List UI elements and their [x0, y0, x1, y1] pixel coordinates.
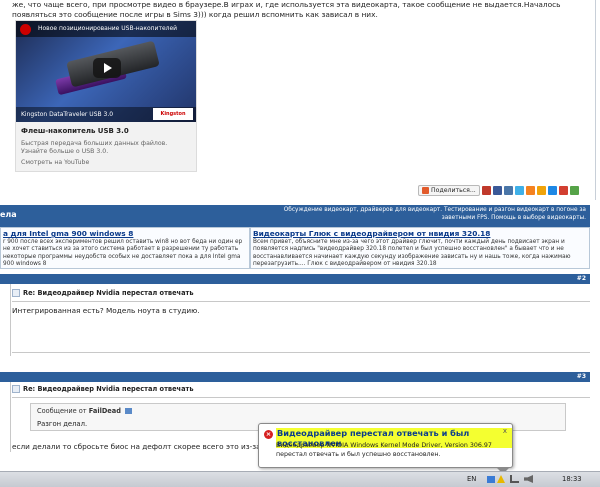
- ad-video-top-bar: Новое позиционирование USB-накопителей: [16, 21, 196, 37]
- forum-section-description: Обсуждение видеокарт, драйверов для виде…: [283, 207, 586, 221]
- clock[interactable]: 18:33: [562, 475, 582, 483]
- share-icon: [422, 186, 429, 194]
- share-button-label: Поделиться...: [431, 186, 476, 194]
- watch-on-youtube-link[interactable]: Смотреть на YouTube: [21, 159, 89, 166]
- quote-author[interactable]: FailDead: [89, 407, 121, 415]
- ad-video-thumbnail[interactable]: Новое позиционирование USB-накопителей K…: [16, 21, 196, 122]
- brand-logo: Kingston: [153, 108, 193, 120]
- post-1-text-line-2: появляться это сообщение после игры в Si…: [12, 9, 378, 19]
- post-icon: [12, 289, 20, 297]
- post-3-title: Re: Видеодрайвер Nvidia перестал отвечат…: [12, 385, 194, 393]
- post-3-title-text: Re: Видеодрайвер Nvidia перестал отвечат…: [23, 385, 194, 393]
- google-plus-icon[interactable]: [558, 185, 568, 195]
- ad-video-top-text: Новое позиционирование USB-накопителей: [38, 25, 178, 32]
- related-thread-left-link[interactable]: а для Intel gma 900 windows 8: [3, 229, 133, 238]
- related-threads-header: ела Обсуждение видеокарт, драйверов для …: [0, 205, 590, 227]
- post-3-separator: [12, 397, 590, 398]
- related-thread-right-snippet: Всем привет, объясните мне из-за чего эт…: [253, 239, 571, 268]
- post-2-title-text: Re: Видеодрайвер Nvidia перестал отвечат…: [23, 289, 194, 297]
- post-2-title: Re: Видеодрайвер Nvidia перестал отвечат…: [12, 289, 194, 297]
- post-3-number[interactable]: #3: [577, 373, 586, 380]
- quote-text: Разгон делал.: [37, 420, 88, 428]
- share-bar: Поделиться...: [418, 184, 579, 196]
- post-2-body: Интегрированная есть? Модель ноута в сту…: [12, 306, 200, 315]
- ad-description: Быстрая передача больших данных файлов. …: [21, 140, 168, 155]
- post-2-header-bar: #2: [0, 274, 590, 284]
- post-2-separator: [12, 301, 590, 302]
- related-thread-right: Видеокарты Глюк с видеодрайвером от нвид…: [250, 227, 590, 269]
- bookmark-icon[interactable]: [481, 185, 491, 195]
- share-button[interactable]: Поделиться...: [418, 184, 480, 196]
- post-3-divider: [10, 382, 11, 452]
- volume-icon[interactable]: [524, 475, 533, 483]
- vk-icon[interactable]: [503, 185, 513, 195]
- odnoklassniki-icon[interactable]: [525, 185, 535, 195]
- view-post-icon[interactable]: [125, 408, 133, 414]
- quote-prefix: Сообщение от: [37, 407, 87, 415]
- post-3-header-bar: #3: [0, 372, 590, 382]
- related-thread-right-link[interactable]: Видеокарты Глюк с видеодрайвером от нвид…: [253, 229, 490, 238]
- post-3-body: если делали то сбросьте биос на дефолт с…: [12, 442, 261, 451]
- warning-icon[interactable]: [497, 475, 505, 483]
- mail-ru-icon[interactable]: [536, 185, 546, 195]
- language-indicator[interactable]: EN: [467, 475, 476, 483]
- post-2-number[interactable]: #2: [577, 275, 586, 282]
- related-header-title: ела: [0, 210, 17, 219]
- post-2-bottom-separator: [12, 352, 590, 353]
- livejournal-icon[interactable]: [547, 185, 557, 195]
- close-notification-button[interactable]: x: [503, 427, 507, 435]
- ad-title[interactable]: Флеш-накопитель USB 3.0: [21, 127, 129, 135]
- twitter-icon[interactable]: [514, 185, 524, 195]
- related-thread-left: а для Intel gma 900 windows 8 r 900 посл…: [0, 227, 250, 269]
- play-icon[interactable]: [93, 58, 121, 78]
- youtube-ad-card[interactable]: Новое позиционирование USB-накопителей K…: [15, 20, 197, 172]
- error-icon: ×: [264, 430, 273, 439]
- facebook-icon[interactable]: [492, 185, 502, 195]
- channel-avatar-icon: [20, 24, 31, 35]
- action-center-flag-icon[interactable]: [487, 476, 495, 483]
- taskbar: EN 18:33: [0, 471, 600, 487]
- notification-text: Видеодрайвер NVIDIA Windows Kernel Mode …: [276, 442, 492, 458]
- post-2-divider: [10, 284, 11, 356]
- post-1-text-line-1: же, что чаще всего, при просмотре видео …: [12, 0, 561, 9]
- related-thread-left-snippet: r 900 после всех экспериментов решил ост…: [3, 239, 243, 268]
- post-icon: [12, 385, 20, 393]
- quote-header: Сообщение от FailDead: [37, 407, 133, 415]
- post-1-text: же, что чаще всего, при просмотре видео …: [12, 0, 596, 20]
- network-icon[interactable]: [510, 475, 519, 483]
- driver-notification-balloon[interactable]: × Видеодрайвер перестал отвечать и был в…: [258, 423, 513, 474]
- email-icon[interactable]: [569, 185, 579, 195]
